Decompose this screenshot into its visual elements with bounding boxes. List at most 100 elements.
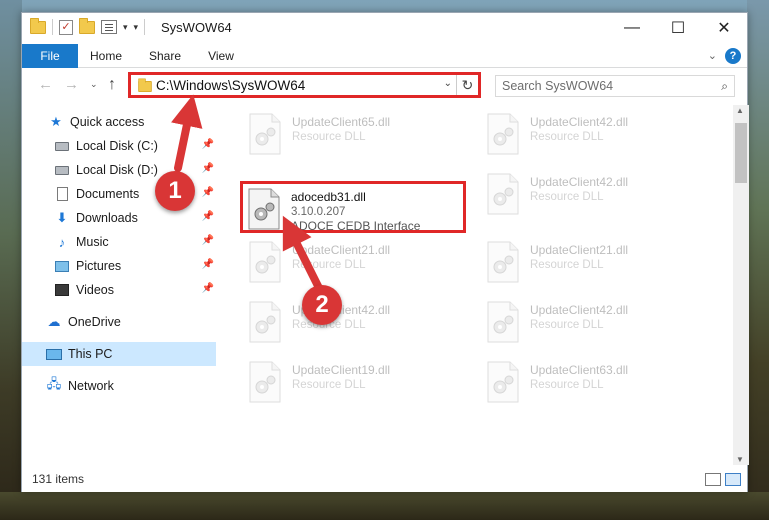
sidebar-item-network[interactable]: 🖧 Network bbox=[22, 374, 216, 398]
tab-file[interactable]: File bbox=[22, 44, 78, 68]
step-1-callout: 1 bbox=[155, 171, 195, 211]
back-arrow-icon[interactable]: ← bbox=[38, 76, 53, 93]
list-item[interactable]: UpdateClient42.dll Resource DLL bbox=[482, 169, 708, 221]
folder-icon bbox=[30, 17, 46, 34]
quick-access-toolbar: ✓ ▾ ▾ bbox=[30, 17, 146, 35]
customize-toolbar-chevron-icon[interactable]: ▾ bbox=[123, 22, 128, 33]
file-description: Resource DLL bbox=[292, 131, 366, 143]
file-description: Resource DLL bbox=[530, 191, 604, 203]
document-icon bbox=[54, 187, 70, 201]
properties-check-icon[interactable]: ✓ bbox=[59, 19, 73, 35]
dll-file-icon bbox=[249, 361, 281, 403]
large-icons-view-icon[interactable] bbox=[725, 473, 741, 486]
refresh-icon[interactable]: ↻ bbox=[456, 75, 478, 95]
new-folder-icon[interactable] bbox=[79, 17, 95, 34]
address-bar[interactable]: C:\Windows\SysWOW64 ⌄ ↻ bbox=[128, 72, 481, 98]
cloud-icon: ☁ bbox=[47, 314, 61, 329]
vertical-scrollbar[interactable]: ▲ ▼ bbox=[733, 105, 749, 465]
dll-file-icon bbox=[249, 301, 281, 343]
maximize-button[interactable]: ☐ bbox=[655, 13, 701, 43]
sidebar-item-label: Music bbox=[76, 235, 109, 249]
file-description: Resource DLL bbox=[530, 259, 604, 271]
desktop-background-left bbox=[0, 0, 22, 520]
file-description: Resource DLL bbox=[530, 131, 604, 143]
sidebar-item-this-pc[interactable]: This PC bbox=[22, 342, 216, 366]
sidebar-item-label: Downloads bbox=[76, 211, 138, 225]
sidebar-item-onedrive[interactable]: ☁ OneDrive bbox=[22, 310, 216, 334]
address-path[interactable]: C:\Windows\SysWOW64 bbox=[156, 78, 305, 93]
scroll-down-arrow-icon[interactable]: ▼ bbox=[736, 455, 744, 464]
pin-icon[interactable]: 📌 bbox=[202, 187, 214, 198]
sidebar-item-music[interactable]: ♪ Music 📌 bbox=[22, 230, 216, 254]
address-dropdown-icon[interactable]: ⌄ bbox=[444, 78, 452, 89]
sidebar-item-pictures[interactable]: Pictures 📌 bbox=[22, 254, 216, 278]
tab-home[interactable]: Home bbox=[84, 44, 128, 68]
sidebar-item-label: Videos bbox=[76, 283, 114, 297]
file-version: 3.10.0.207 bbox=[291, 206, 346, 218]
list-item[interactable]: UpdateClient42.dll Resource DLL bbox=[482, 109, 708, 161]
tab-view[interactable]: View bbox=[200, 44, 242, 68]
pin-icon[interactable]: 📌 bbox=[202, 163, 214, 174]
toolbar-dropdown-icon[interactable]: ▾ bbox=[134, 22, 139, 33]
dll-file-icon bbox=[487, 361, 519, 403]
pin-icon[interactable]: 📌 bbox=[202, 139, 214, 150]
sidebar-item-label: Network bbox=[68, 379, 114, 393]
scroll-up-arrow-icon[interactable]: ▲ bbox=[736, 106, 744, 115]
pin-icon[interactable]: 📌 bbox=[202, 211, 214, 222]
sidebar-item-downloads[interactable]: ⬇ Downloads 📌 bbox=[22, 206, 216, 230]
properties-icon[interactable] bbox=[101, 20, 117, 34]
help-icon[interactable]: ? bbox=[725, 48, 741, 64]
folder-icon bbox=[138, 78, 152, 93]
pin-icon[interactable]: 📌 bbox=[202, 283, 214, 294]
list-item[interactable]: UpdateClient42.dll Resource DLL bbox=[244, 297, 470, 349]
star-icon: ★ bbox=[50, 114, 62, 129]
list-item[interactable]: UpdateClient63.dll Resource DLL bbox=[482, 357, 708, 409]
list-item-adocedb31[interactable]: adocedb31.dll 3.10.0.207 ADOCE CEDB Inte… bbox=[240, 181, 466, 233]
search-input[interactable]: Search SysWOW64 ⌕ bbox=[495, 75, 735, 97]
pin-icon[interactable]: 📌 bbox=[202, 259, 214, 270]
sidebar-item-quick-access[interactable]: ★ Quick access bbox=[22, 110, 216, 134]
close-button[interactable]: ✕ bbox=[701, 13, 747, 43]
ribbon-tabs: File Home Share View ⌄ ? bbox=[22, 44, 747, 68]
file-description: ADOCE CEDB Interface bbox=[291, 219, 421, 233]
sidebar-item-label: Documents bbox=[76, 187, 140, 201]
sidebar-item-local-disk-c[interactable]: Local Disk (C:) 📌 bbox=[22, 134, 216, 158]
toolbar-separator bbox=[52, 19, 53, 35]
pin-icon[interactable]: 📌 bbox=[202, 235, 214, 246]
forward-arrow-icon[interactable]: → bbox=[64, 76, 79, 93]
list-item[interactable]: UpdateClient42.dll Resource DLL bbox=[482, 297, 708, 349]
sidebar-item-label: Pictures bbox=[76, 259, 122, 273]
dll-file-icon bbox=[248, 188, 280, 230]
list-item[interactable]: UpdateClient65.dll Resource DLL bbox=[244, 109, 470, 161]
file-description: Resource DLL bbox=[292, 259, 366, 271]
file-name: UpdateClient42.dll bbox=[530, 303, 629, 317]
download-icon: ⬇ bbox=[56, 210, 68, 225]
details-view-icon[interactable] bbox=[705, 473, 721, 486]
network-icon: 🖧 bbox=[46, 376, 62, 391]
sidebar-item-label: This PC bbox=[68, 347, 113, 361]
scroll-thumb[interactable] bbox=[735, 123, 747, 183]
computer-icon bbox=[46, 347, 62, 361]
recent-locations-chevron-icon[interactable]: ⌄ bbox=[90, 79, 98, 90]
file-description: Resource DLL bbox=[292, 379, 366, 391]
navigation-bar: ← → ⌄ ↑ C:\Windows\SysWOW64 ⌄ ↻ Search S… bbox=[22, 69, 747, 103]
sidebar-item-videos[interactable]: Videos 📌 bbox=[22, 278, 216, 302]
list-item[interactable]: UpdateClient21.dll Resource DLL bbox=[482, 237, 708, 289]
dll-file-icon bbox=[249, 113, 281, 155]
expand-ribbon-chevron-icon[interactable]: ⌄ bbox=[708, 49, 717, 62]
list-item[interactable]: UpdateClient19.dll Resource DLL bbox=[244, 357, 470, 409]
list-item[interactable]: UpdateClient21.dll Resource DLL bbox=[244, 237, 470, 289]
step-2-callout: 2 bbox=[302, 285, 342, 325]
pictures-icon bbox=[54, 259, 70, 273]
file-name: UpdateClient42.dll bbox=[530, 115, 629, 129]
tab-share[interactable]: Share bbox=[142, 44, 188, 68]
toolbar-separator bbox=[144, 19, 146, 35]
file-name: UpdateClient42.dll bbox=[530, 175, 629, 189]
up-arrow-icon[interactable]: ↑ bbox=[108, 76, 116, 94]
file-name: UpdateClient19.dll bbox=[292, 363, 391, 377]
file-description: Resource DLL bbox=[530, 379, 604, 391]
sidebar-item-label: Local Disk (D:) bbox=[76, 163, 158, 177]
disk-icon bbox=[54, 139, 70, 153]
minimize-button[interactable]: — bbox=[609, 13, 655, 43]
search-icon[interactable]: ⌕ bbox=[721, 79, 728, 94]
